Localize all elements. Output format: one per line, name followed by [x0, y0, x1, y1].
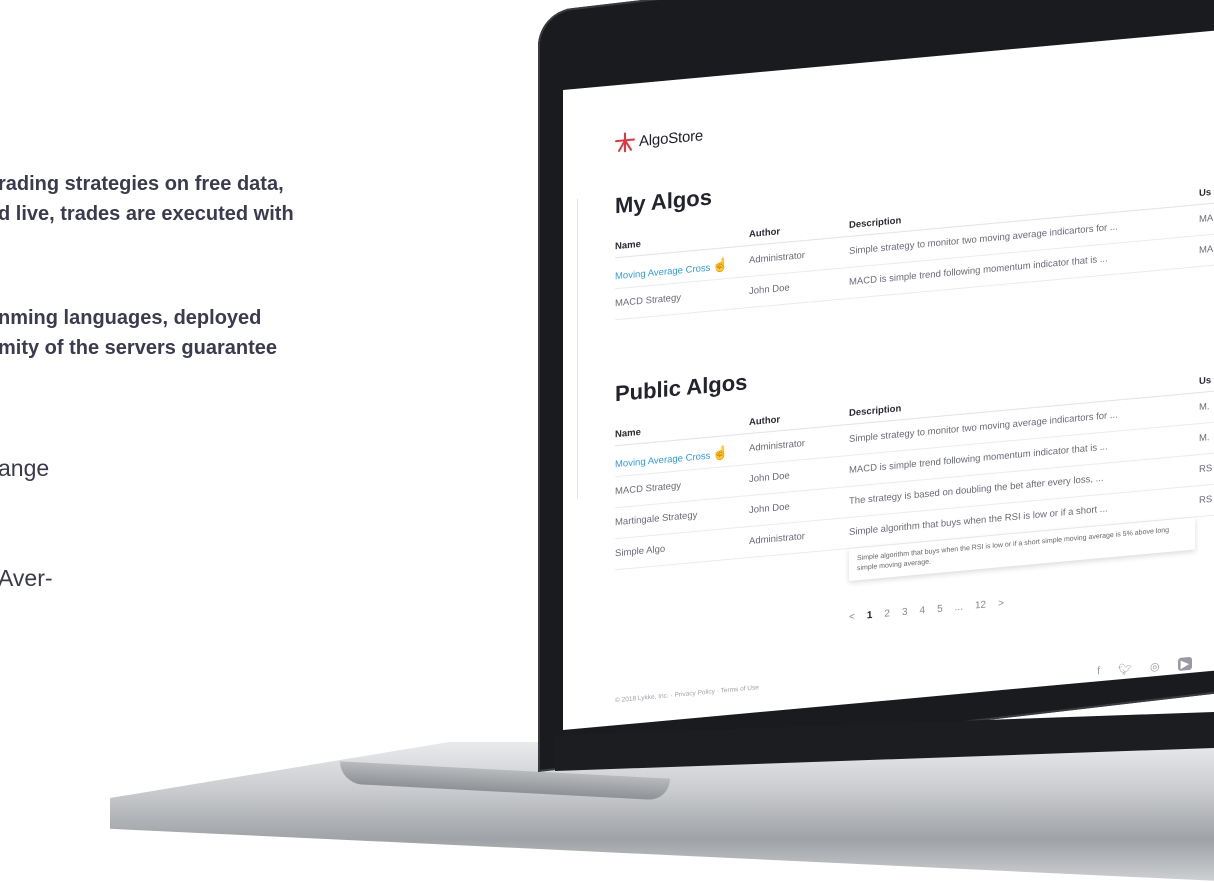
twitter-icon[interactable]: 🐦︎	[1118, 662, 1132, 676]
page-button[interactable]: 3	[902, 607, 908, 619]
algo-author: Administrator	[749, 249, 805, 267]
footer-copyright: © 2018 Lykke, Inc. · Privacy Policy · Te…	[615, 684, 759, 705]
algo-author: John Doe	[749, 501, 790, 517]
algo-name-link[interactable]: Simple Algo	[615, 544, 665, 560]
algo-name-link[interactable]: Moving Average Cross ☝	[615, 445, 729, 471]
algo-name-link[interactable]: MACD Strategy	[615, 292, 681, 309]
algo-use: MA	[1199, 243, 1214, 257]
algo-use: M.	[1199, 401, 1210, 414]
public-algos-table: Name Author Description Us Moving Averag…	[615, 362, 1214, 614]
logo[interactable]: AlgoStore	[615, 125, 703, 153]
algo-use: MA	[1199, 212, 1214, 226]
algo-use: RS	[1199, 493, 1213, 507]
algo-name-link[interactable]: Martingale Strategy	[615, 510, 697, 528]
youtube-icon[interactable]: ▶	[1177, 656, 1193, 672]
algo-use: M.	[1199, 432, 1210, 445]
algostore-app: AlgoStore My Algos Name Author Descripti…	[563, 30, 1214, 730]
section-title-public-algos: Public Algos	[615, 369, 748, 407]
column-header-use[interactable]: Us	[1199, 187, 1211, 199]
pagination-next-button[interactable]: >	[998, 598, 1004, 610]
divider	[577, 198, 578, 499]
column-header-name[interactable]: Name	[615, 427, 641, 440]
pagination-prev-button[interactable]: <	[849, 611, 855, 623]
section-title-my-algos: My Algos	[615, 184, 712, 219]
column-header-use[interactable]: Us	[1199, 375, 1211, 387]
algo-author: John Doe	[749, 470, 790, 486]
page-button[interactable]: 12	[975, 599, 986, 611]
algo-name-link[interactable]: MACD Strategy	[615, 480, 681, 497]
column-header-name[interactable]: Name	[615, 239, 641, 252]
hand-cursor-icon: ☝	[712, 256, 729, 274]
column-header-description[interactable]: Description	[849, 403, 901, 419]
column-header-author[interactable]: Author	[749, 414, 780, 428]
page-button[interactable]: 4	[920, 605, 926, 617]
algo-author: Administrator	[749, 437, 805, 455]
pagination: < 1 2 3 4 5 ... 12 >	[849, 598, 1004, 623]
page-button[interactable]: 1	[867, 610, 873, 622]
instagram-icon[interactable]: ◎	[1150, 660, 1160, 674]
algo-use: RS	[1199, 462, 1213, 476]
laptop-mockup: AlgoStore My Algos Name Author Descripti…	[0, 0, 1214, 882]
algo-author: John Doe	[749, 282, 790, 298]
page-ellipsis: ...	[954, 601, 963, 614]
star-logo-icon	[615, 131, 635, 153]
facebook-icon[interactable]: f	[1097, 665, 1100, 678]
page-button[interactable]: 2	[884, 608, 890, 620]
logo-text: AlgoStore	[639, 126, 704, 150]
algo-name-link[interactable]: Moving Average Cross ☝	[615, 257, 729, 283]
column-header-author[interactable]: Author	[749, 226, 780, 240]
algo-author: Administrator	[749, 530, 805, 548]
hand-cursor-icon: ☝	[712, 444, 729, 462]
page-button[interactable]: 5	[937, 603, 943, 615]
laptop-screen: AlgoStore My Algos Name Author Descripti…	[563, 29, 1214, 730]
column-header-description[interactable]: Description	[849, 215, 901, 231]
